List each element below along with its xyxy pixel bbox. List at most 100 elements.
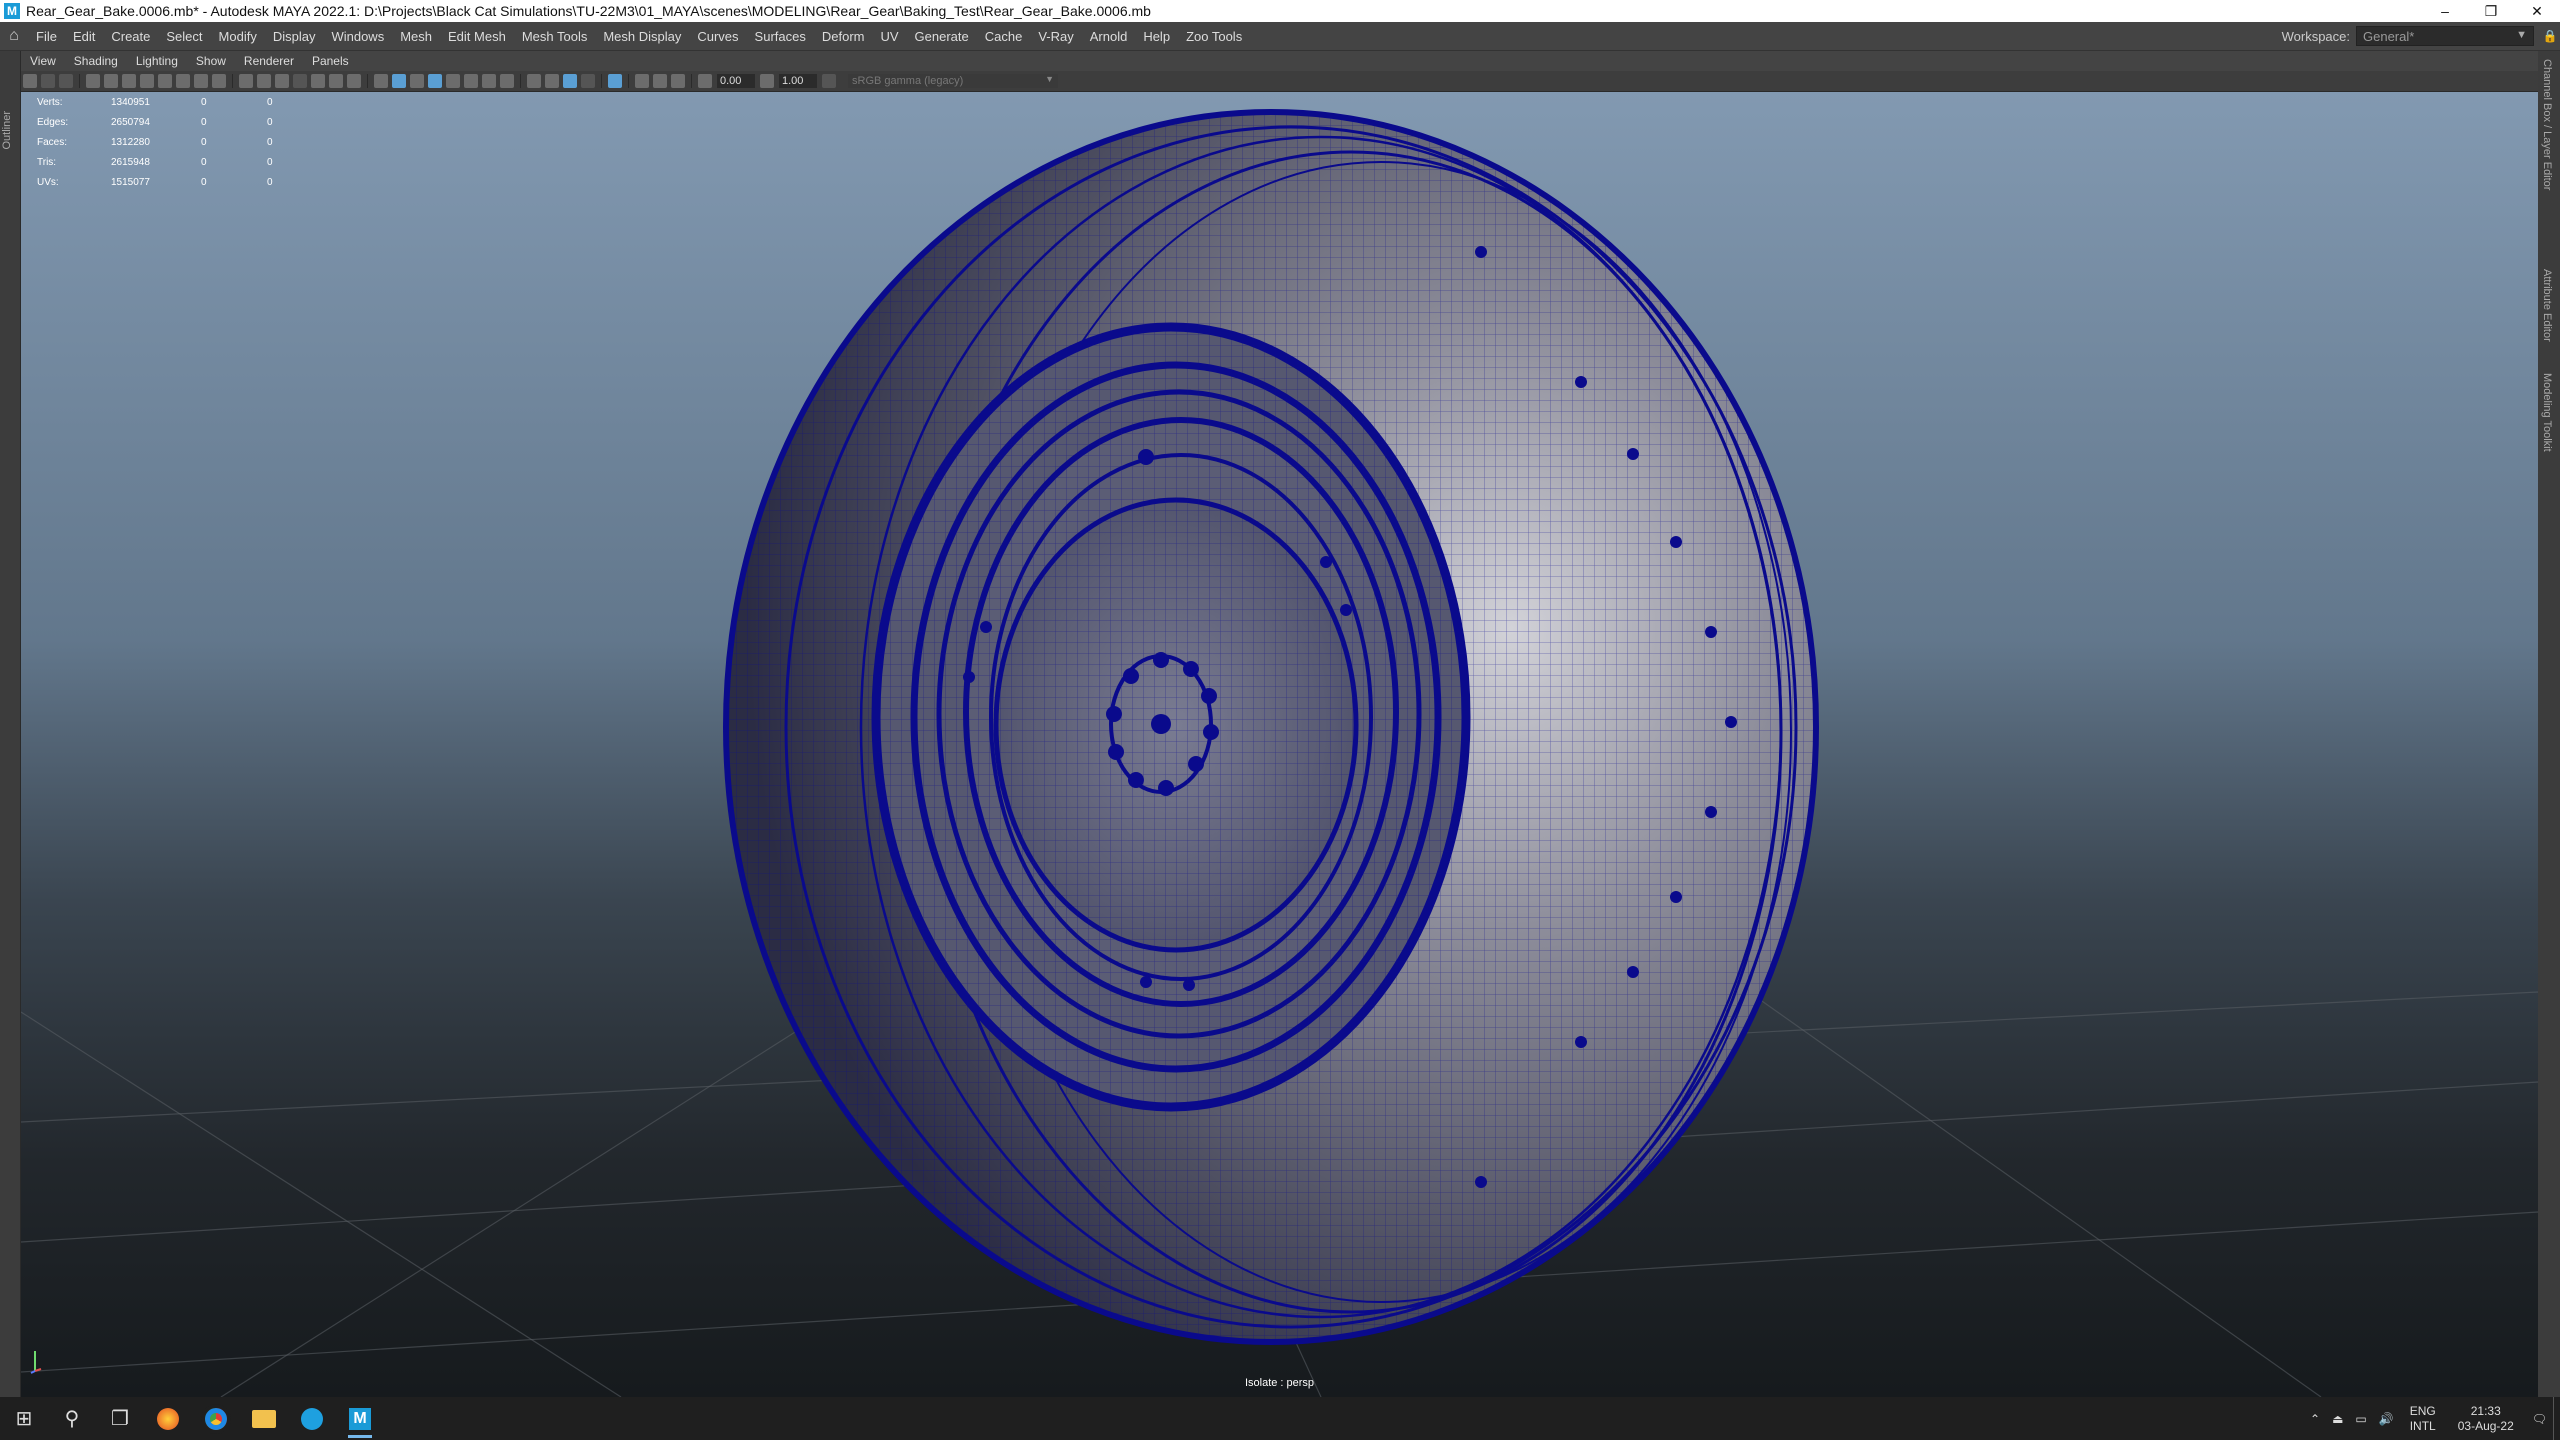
wireframe-on-shaded-icon[interactable]: [428, 74, 442, 88]
maya-taskbar-icon[interactable]: M: [336, 1397, 384, 1440]
menu-zoo-tools[interactable]: Zoo Tools: [1178, 29, 1250, 44]
use-all-lights-icon[interactable]: [482, 74, 496, 88]
color-management-icon[interactable]: [822, 74, 836, 88]
lock-icon[interactable]: 🔒: [2540, 29, 2560, 43]
menu-mesh-display[interactable]: Mesh Display: [595, 29, 689, 44]
gate-mask-icon[interactable]: [194, 74, 208, 88]
menu-mesh[interactable]: Mesh: [392, 29, 440, 44]
menu-windows[interactable]: Windows: [323, 29, 392, 44]
menu-create[interactable]: Create: [103, 29, 158, 44]
camera-select-icon[interactable]: [23, 74, 37, 88]
exposure-icon[interactable]: [698, 74, 712, 88]
network-icon[interactable]: ▭: [2349, 1412, 2372, 1426]
tab-attribute-editor[interactable]: Attribute Editor: [2541, 269, 2553, 342]
outliner-strip[interactable]: Outliner: [0, 51, 21, 1397]
menu-uv[interactable]: UV: [872, 29, 906, 44]
input-language[interactable]: ENG INTL: [2400, 1404, 2446, 1434]
2d-pan-zoom-icon[interactable]: [122, 74, 136, 88]
restore-button[interactable]: ❐: [2468, 0, 2514, 22]
panel-menu-renderer[interactable]: Renderer: [235, 54, 303, 68]
clock[interactable]: 21:33 03-Aug-22: [2446, 1404, 2526, 1434]
menu-edit-mesh[interactable]: Edit Mesh: [440, 29, 514, 44]
wireframe-icon[interactable]: [374, 74, 388, 88]
film-gate-icon[interactable]: [158, 74, 172, 88]
lock-camera-icon[interactable]: [140, 74, 154, 88]
show-desktop-button[interactable]: [2553, 1397, 2560, 1440]
exposure-field[interactable]: 0.00: [717, 74, 755, 88]
panel-layout-icon[interactable]: [311, 74, 325, 88]
bookmark-icon[interactable]: [59, 74, 73, 88]
chevron-up-icon[interactable]: ⌃: [2304, 1412, 2326, 1426]
camera-attributes-icon[interactable]: [41, 74, 55, 88]
backface-culling-icon[interactable]: [671, 74, 685, 88]
search-icon[interactable]: ⚲: [48, 1397, 96, 1440]
menu-mesh-tools[interactable]: Mesh Tools: [514, 29, 596, 44]
anti-aliasing-icon[interactable]: [563, 74, 577, 88]
heads-up-icon[interactable]: [293, 74, 307, 88]
file-explorer-icon[interactable]: [240, 1397, 288, 1440]
four-panel-icon[interactable]: [347, 74, 361, 88]
panel-menu-shading[interactable]: Shading: [65, 54, 127, 68]
gamma-icon[interactable]: [760, 74, 774, 88]
tab-channel-box[interactable]: Channel Box / Layer Editor: [2541, 59, 2553, 190]
menu-generate[interactable]: Generate: [907, 29, 977, 44]
menu-surfaces[interactable]: Surfaces: [747, 29, 814, 44]
field-chart-icon[interactable]: [212, 74, 226, 88]
menu-deform[interactable]: Deform: [814, 29, 873, 44]
minimize-button[interactable]: –: [2422, 0, 2468, 22]
panel-menu-show[interactable]: Show: [187, 54, 235, 68]
ambient-occlusion-icon[interactable]: [527, 74, 541, 88]
safe-title-icon[interactable]: [275, 74, 289, 88]
default-material-icon[interactable]: [410, 74, 424, 88]
xray-icon[interactable]: [446, 74, 460, 88]
resolution-gate-icon[interactable]: [176, 74, 190, 88]
smooth-shade-icon[interactable]: [392, 74, 406, 88]
viewport-persp[interactable]: Verts: 1340951 0 0 Edges: 2650794 0 0 Fa…: [21, 92, 2538, 1397]
menu-help[interactable]: Help: [1135, 29, 1178, 44]
grid-icon[interactable]: [239, 74, 253, 88]
menu-display[interactable]: Display: [265, 29, 324, 44]
panel-menu-view[interactable]: View: [21, 54, 65, 68]
menu-vray[interactable]: V-Ray: [1030, 29, 1081, 44]
maya-app-icon: M: [4, 3, 20, 19]
firefox-icon[interactable]: [144, 1397, 192, 1440]
toolbar-separator: [232, 74, 233, 88]
color-space-select[interactable]: sRGB gamma (legacy) ▼: [848, 74, 1058, 88]
chevron-down-icon: ▼: [2516, 29, 2527, 41]
motion-blur-icon[interactable]: [545, 74, 559, 88]
close-button[interactable]: ✕: [2514, 0, 2560, 22]
panel-menu-panels[interactable]: Panels: [303, 54, 358, 68]
notification-icon[interactable]: 🗨: [2526, 1412, 2553, 1426]
xray-components-icon[interactable]: [653, 74, 667, 88]
poly-count-hud: Verts: 1340951 0 0 Edges: 2650794 0 0 Fa…: [37, 92, 307, 192]
menu-edit[interactable]: Edit: [65, 29, 103, 44]
grease-pencil-icon[interactable]: [104, 74, 118, 88]
gamma-field[interactable]: 1.00: [779, 74, 817, 88]
windows-start-icon[interactable]: ⊞: [0, 1397, 48, 1440]
textured-icon[interactable]: [464, 74, 478, 88]
workspace-select[interactable]: General* ▼: [2356, 26, 2534, 46]
isolate-select-icon[interactable]: [608, 74, 622, 88]
menu-modify[interactable]: Modify: [211, 29, 265, 44]
safe-action-icon[interactable]: [257, 74, 271, 88]
hud-row-tris: Tris: 2615948 0 0: [37, 156, 273, 168]
xray-joints-icon[interactable]: [635, 74, 649, 88]
menu-file[interactable]: File: [28, 29, 65, 44]
two-panel-icon[interactable]: [329, 74, 343, 88]
panel-menu-lighting[interactable]: Lighting: [127, 54, 187, 68]
home-icon[interactable]: ⌂: [0, 27, 28, 45]
menu-select[interactable]: Select: [158, 29, 210, 44]
menu-arnold[interactable]: Arnold: [1082, 29, 1136, 44]
usb-icon[interactable]: ⏏: [2326, 1412, 2349, 1426]
outliner-label[interactable]: Outliner: [1, 111, 13, 150]
task-view-icon[interactable]: ❐: [96, 1397, 144, 1440]
depth-of-field-icon[interactable]: [581, 74, 595, 88]
image-plane-icon[interactable]: [86, 74, 100, 88]
volume-icon[interactable]: 🔊: [2373, 1412, 2400, 1426]
tab-modeling-toolkit[interactable]: Modeling Toolkit: [2541, 373, 2553, 452]
chrome-icon[interactable]: [192, 1397, 240, 1440]
menu-cache[interactable]: Cache: [977, 29, 1031, 44]
menu-curves[interactable]: Curves: [689, 29, 746, 44]
skype-icon[interactable]: [288, 1397, 336, 1440]
shadows-icon[interactable]: [500, 74, 514, 88]
